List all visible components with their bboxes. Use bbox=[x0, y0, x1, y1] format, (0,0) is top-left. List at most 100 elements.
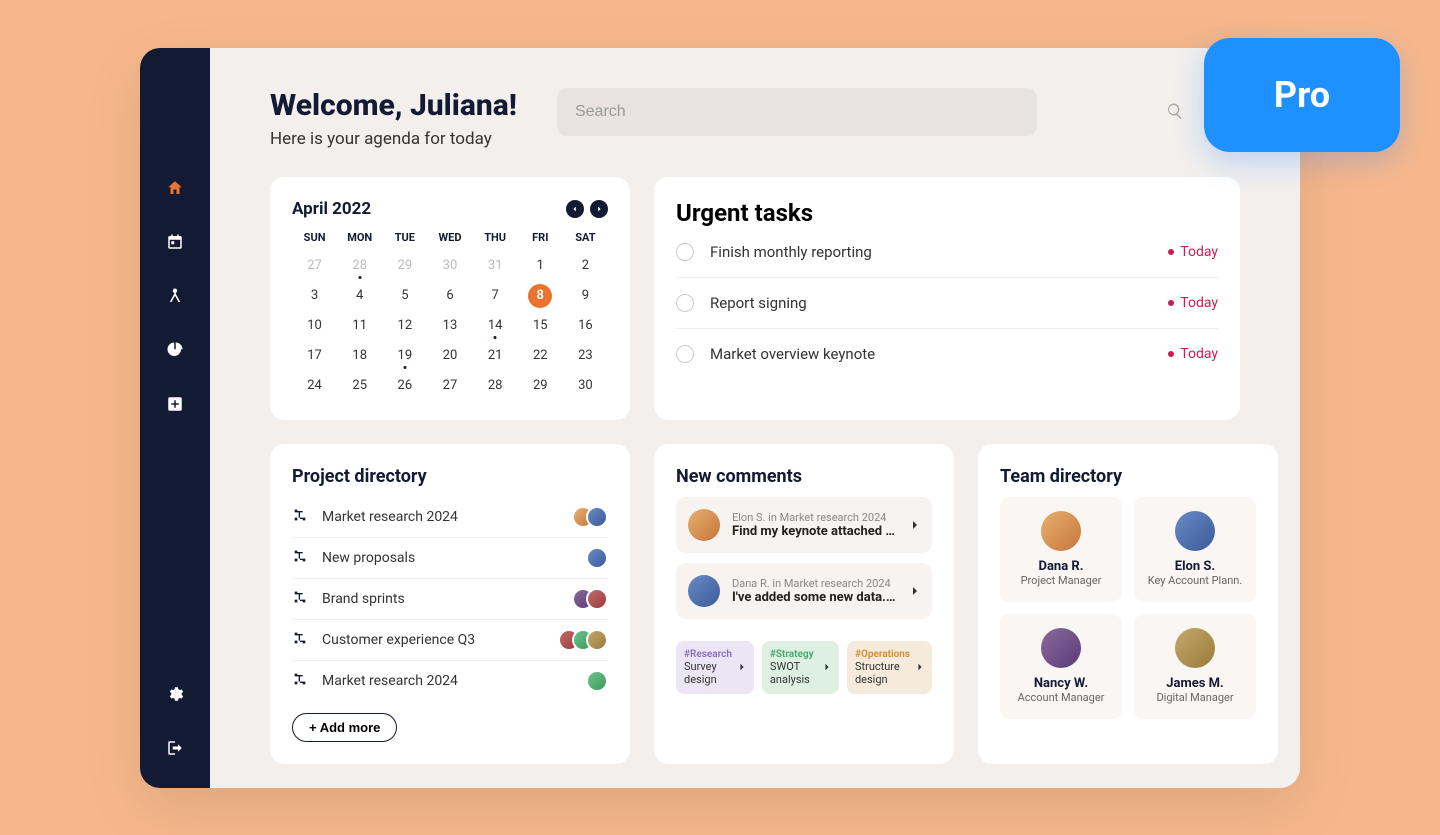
project-row[interactable]: New proposals bbox=[292, 538, 608, 579]
project-directory-card: Project directory Market research 2024 Ne… bbox=[270, 444, 630, 764]
calendar-day[interactable]: 23 bbox=[563, 344, 608, 368]
nav-home[interactable] bbox=[165, 178, 185, 198]
calendar-day[interactable]: 25 bbox=[337, 374, 382, 398]
chevron-right-icon bbox=[916, 663, 924, 671]
calendar-day[interactable]: 9 bbox=[563, 284, 608, 308]
comments-card: New comments Elon S. in Market research … bbox=[654, 444, 954, 764]
avatar bbox=[688, 509, 720, 541]
add-project-button[interactable]: + Add more bbox=[292, 713, 397, 742]
avatar bbox=[688, 575, 720, 607]
project-row[interactable]: Brand sprints bbox=[292, 579, 608, 620]
project-name: Market research 2024 bbox=[322, 673, 572, 689]
chevron-right-icon bbox=[910, 515, 920, 534]
member-role: Account Manager bbox=[1008, 691, 1114, 705]
nav-logout[interactable] bbox=[165, 738, 185, 758]
calendar-day[interactable]: 19 bbox=[382, 344, 427, 368]
project-name: Market research 2024 bbox=[322, 509, 558, 525]
nav-add[interactable] bbox=[165, 394, 185, 414]
task-checkbox[interactable] bbox=[676, 243, 694, 261]
task-checkbox[interactable] bbox=[676, 294, 694, 312]
chip-tag: #Research bbox=[684, 649, 732, 660]
calendar-day[interactable]: 13 bbox=[427, 314, 472, 338]
avatar bbox=[1041, 628, 1081, 668]
calendar-day[interactable]: 24 bbox=[292, 374, 337, 398]
calendar-day[interactable]: 10 bbox=[292, 314, 337, 338]
calendar-day[interactable]: 29 bbox=[518, 374, 563, 398]
calendar-day[interactable]: 18 bbox=[337, 344, 382, 368]
search-input[interactable] bbox=[557, 88, 1037, 136]
calendar-day[interactable]: 21 bbox=[473, 344, 518, 368]
avatar bbox=[1175, 511, 1215, 551]
team-member[interactable]: Elon S.Key Account Plann. bbox=[1134, 497, 1256, 602]
calendar-next[interactable] bbox=[590, 200, 608, 218]
chip-label: Structure design bbox=[855, 660, 910, 686]
team-member[interactable]: Dana R.Project Manager bbox=[1000, 497, 1122, 602]
task-checkbox[interactable] bbox=[676, 345, 694, 363]
calendar-prev[interactable] bbox=[566, 200, 584, 218]
calendar-day[interactable]: 27 bbox=[292, 254, 337, 278]
calendar-day[interactable]: 17 bbox=[292, 344, 337, 368]
nav-calendar[interactable] bbox=[165, 232, 185, 252]
chip[interactable]: #StrategySWOT analysis bbox=[762, 641, 839, 694]
calendar-day[interactable]: 30 bbox=[563, 374, 608, 398]
projects-title: Project directory bbox=[292, 466, 608, 487]
project-row[interactable]: Market research 2024 bbox=[292, 497, 608, 538]
calendar-day[interactable]: 11 bbox=[337, 314, 382, 338]
calendar-day[interactable]: 16 bbox=[563, 314, 608, 338]
project-row[interactable]: Market research 2024 bbox=[292, 661, 608, 701]
team-member[interactable]: Nancy W.Account Manager bbox=[1000, 614, 1122, 719]
calendar-day[interactable]: 31 bbox=[473, 254, 518, 278]
calendar-day[interactable]: 30 bbox=[427, 254, 472, 278]
calendar-day[interactable]: 1 bbox=[518, 254, 563, 278]
calendar-day[interactable]: 29 bbox=[382, 254, 427, 278]
calendar-day[interactable]: 2 bbox=[563, 254, 608, 278]
task-row: Market overview keynoteToday bbox=[676, 329, 1218, 379]
calendar-day[interactable]: 20 bbox=[427, 344, 472, 368]
avatar bbox=[586, 547, 608, 569]
calendar-day[interactable]: 15 bbox=[518, 314, 563, 338]
comment-meta: Elon S. in Market research 2024 bbox=[732, 511, 898, 524]
calendar-dow: MON bbox=[337, 231, 382, 248]
comment-item[interactable]: Dana R. in Market research 2024I've adde… bbox=[676, 563, 932, 619]
calendar-card: April 2022 SUNMONTUEWEDTHUFRISAT27282930… bbox=[270, 177, 630, 420]
task-row: Report signingToday bbox=[676, 278, 1218, 329]
urgent-title: Urgent tasks bbox=[676, 199, 1218, 227]
calendar-day[interactable]: 22 bbox=[518, 344, 563, 368]
team-directory-card: Team directory Dana R.Project ManagerElo… bbox=[978, 444, 1278, 764]
calendar-day[interactable]: 8 bbox=[518, 284, 563, 308]
chip[interactable]: #OperationsStructure design bbox=[847, 641, 932, 694]
member-name: Nancy W. bbox=[1008, 676, 1114, 691]
avatar bbox=[586, 629, 608, 651]
team-title: Team directory bbox=[1000, 466, 1256, 487]
member-role: Key Account Plann. bbox=[1142, 574, 1248, 588]
nav-settings[interactable] bbox=[165, 684, 185, 704]
calendar-day[interactable]: 7 bbox=[473, 284, 518, 308]
calendar-day[interactable]: 6 bbox=[427, 284, 472, 308]
page-subtitle: Here is your agenda for today bbox=[270, 129, 517, 149]
chip-label: Survey design bbox=[684, 660, 732, 686]
chip[interactable]: #ResearchSurvey design bbox=[676, 641, 754, 694]
page-title: Welcome, Juliana! bbox=[270, 88, 517, 123]
calendar-day[interactable]: 27 bbox=[427, 374, 472, 398]
calendar-day[interactable]: 4 bbox=[337, 284, 382, 308]
member-role: Project Manager bbox=[1008, 574, 1114, 588]
calendar-dow: THU bbox=[473, 231, 518, 248]
calendar-day[interactable]: 3 bbox=[292, 284, 337, 308]
calendar-day[interactable]: 26 bbox=[382, 374, 427, 398]
task-due: Today bbox=[1168, 244, 1218, 260]
task-due: Today bbox=[1168, 295, 1218, 311]
calendar-day[interactable]: 14 bbox=[473, 314, 518, 338]
project-row[interactable]: Customer experience Q3 bbox=[292, 620, 608, 661]
avatar bbox=[586, 588, 608, 610]
calendar-day[interactable]: 28 bbox=[337, 254, 382, 278]
nav-analytics[interactable] bbox=[165, 340, 185, 360]
comment-item[interactable]: Elon S. in Market research 2024Find my k… bbox=[676, 497, 932, 553]
avatar bbox=[586, 506, 608, 528]
calendar-day[interactable]: 5 bbox=[382, 284, 427, 308]
nav-drafting[interactable] bbox=[165, 286, 185, 306]
team-member[interactable]: James M.Digital Manager bbox=[1134, 614, 1256, 719]
project-icon bbox=[292, 507, 308, 527]
calendar-day[interactable]: 12 bbox=[382, 314, 427, 338]
calendar-dow: SUN bbox=[292, 231, 337, 248]
calendar-day[interactable]: 28 bbox=[473, 374, 518, 398]
